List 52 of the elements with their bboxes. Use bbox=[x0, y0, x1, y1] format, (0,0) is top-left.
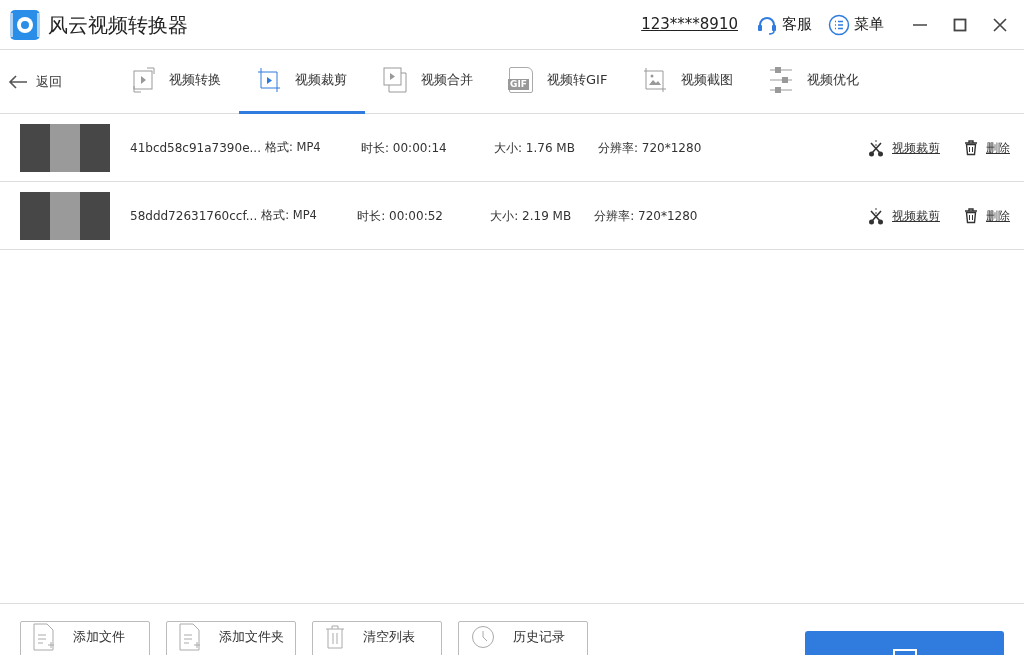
delete-link[interactable]: 删除 bbox=[986, 138, 1010, 157]
file-resolution: 分辨率: 720*1280 bbox=[594, 207, 698, 225]
file-name: 58ddd72631760ccf... bbox=[130, 207, 258, 225]
crop-link[interactable]: 视频裁剪 bbox=[892, 138, 940, 157]
footer-button[interactable]: 添加文件 bbox=[20, 621, 150, 655]
tab[interactable]: 视频截图 bbox=[625, 49, 752, 114]
footer-button[interactable]: 清空列表 bbox=[312, 621, 442, 655]
window-title: 风云视频转换器 bbox=[48, 11, 188, 39]
file-resolution: 分辨率: 720*1280 bbox=[597, 139, 702, 157]
tab[interactable]: 视频转换 bbox=[115, 49, 239, 114]
account-link[interactable]: 123****8910 bbox=[641, 13, 738, 36]
file-size: 大小: 1.76 MB bbox=[493, 139, 576, 157]
footer-button[interactable]: 添加文件夹 bbox=[166, 621, 296, 655]
app-logo-icon bbox=[10, 9, 40, 40]
image-crop-icon bbox=[643, 67, 668, 93]
tab[interactable]: 视频优化 bbox=[751, 49, 878, 114]
clock-icon bbox=[471, 625, 495, 649]
sliders-icon bbox=[769, 67, 794, 93]
file-size: 大小: 2.19 MB bbox=[490, 207, 573, 225]
crop-link[interactable]: 视频裁剪 bbox=[892, 206, 940, 225]
file-format: 格式: MP4 bbox=[261, 206, 318, 224]
monitor-icon bbox=[892, 649, 917, 655]
tab[interactable]: GIF 视频转GIF bbox=[491, 49, 626, 114]
gif-file-icon: GIF bbox=[509, 67, 533, 93]
service-link[interactable]: 客服 bbox=[782, 13, 812, 36]
crop-play-icon bbox=[257, 67, 281, 93]
photo-placeholder bbox=[50, 123, 80, 172]
back-arrow-icon bbox=[8, 74, 28, 89]
delete-link[interactable]: 删除 bbox=[986, 206, 1010, 225]
photo-placeholder bbox=[50, 191, 80, 240]
close-icon bbox=[993, 17, 1007, 32]
footer-button[interactable]: 历史记录 bbox=[458, 621, 588, 655]
trash-icon bbox=[964, 139, 978, 156]
file-duration: 时长: 00:00:14 bbox=[360, 139, 448, 157]
tab[interactable]: 视频裁剪 bbox=[239, 49, 365, 114]
scissors-icon bbox=[868, 138, 884, 157]
trash-icon bbox=[325, 625, 345, 649]
add-file-icon bbox=[179, 623, 201, 651]
file-duration: 时长: 00:00:52 bbox=[357, 207, 444, 225]
add-file-icon bbox=[33, 623, 55, 651]
tab[interactable]: 视频合并 bbox=[365, 49, 491, 114]
file-name: 41bcd58c91a7390e... bbox=[130, 139, 261, 157]
stacked-play-icon bbox=[383, 67, 407, 93]
maximize-icon bbox=[953, 17, 967, 32]
scissors-icon bbox=[868, 206, 884, 225]
minimize-icon bbox=[913, 23, 927, 26]
play-arrows-icon bbox=[133, 66, 155, 94]
trash-icon bbox=[964, 207, 978, 224]
menu-link[interactable]: 菜单 bbox=[854, 13, 884, 36]
menu-icon bbox=[828, 13, 850, 36]
back-button[interactable]: 返回 bbox=[0, 49, 115, 114]
file-format: 格式: MP4 bbox=[264, 138, 322, 156]
